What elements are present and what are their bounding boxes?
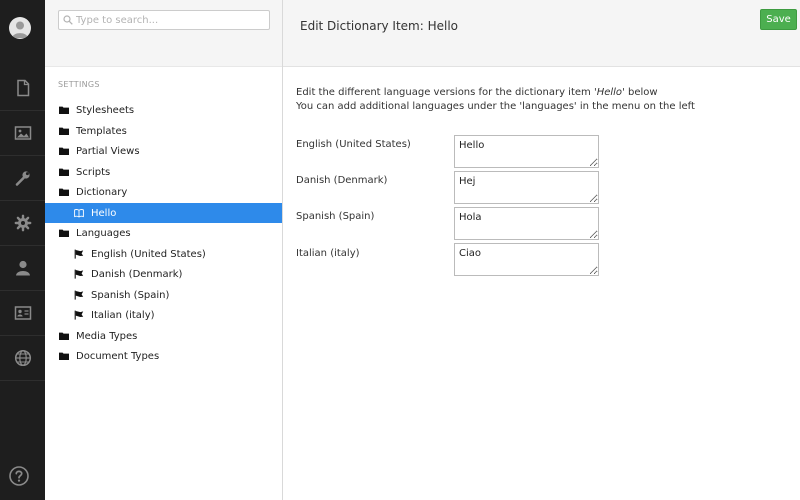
translation-input-danish[interactable]: Hej (454, 171, 599, 204)
folder-icon (59, 229, 69, 237)
tree-node-label: Languages (76, 227, 131, 239)
folder-icon (59, 352, 69, 360)
avatar[interactable] (9, 17, 31, 39)
folder-icon (59, 188, 69, 196)
tree-node-languages[interactable]: Languages (45, 223, 282, 243)
translation-input-spanish[interactable]: Hola (454, 207, 599, 240)
translation-input-english[interactable]: Hello (454, 135, 599, 168)
search-box[interactable] (58, 10, 270, 30)
tree-panel: SETTINGS Stylesheets Templates Partial V… (45, 0, 283, 500)
help-button[interactable] (8, 465, 30, 487)
tree-node-label: Templates (76, 125, 127, 137)
tree-node-label: Partial Views (76, 145, 140, 157)
help-icon (9, 466, 29, 486)
user-icon (15, 260, 30, 276)
dictionary-item-name: Hello (596, 87, 623, 98)
rail-item-developer[interactable] (0, 201, 45, 246)
save-button[interactable]: Save (760, 9, 797, 30)
description-line-1: Edit the different language versions for… (296, 86, 695, 100)
editor-header: Edit Dictionary Item: Hello Save (283, 0, 800, 67)
tree-node-english[interactable]: English (United States) (45, 244, 282, 264)
flag-icon (74, 249, 84, 259)
tree-node-label: Media Types (76, 330, 138, 342)
flag-icon (74, 290, 84, 300)
tree-node-label: English (United States) (91, 248, 206, 260)
description-text: ' below (622, 87, 658, 98)
rail-item-members[interactable] (0, 291, 45, 336)
page-title: Edit Dictionary Item: Hello (300, 19, 459, 33)
description-line-2: You can add additional languages under t… (296, 101, 695, 112)
search-input[interactable] (76, 13, 266, 28)
rail-item-media[interactable] (0, 111, 45, 156)
tree-node-stylesheets[interactable]: Stylesheets (45, 100, 282, 120)
tree-section-title: SETTINGS (58, 80, 100, 89)
tree-node-label: Stylesheets (76, 104, 135, 116)
rail-item-settings[interactable] (0, 156, 45, 201)
search-icon (63, 15, 73, 25)
tree-node-italian[interactable]: Italian (italy) (45, 305, 282, 325)
rail-item-content[interactable] (0, 66, 45, 111)
language-label-danish: Danish (Denmark) (296, 175, 388, 186)
book-icon (74, 209, 84, 218)
gear-icon (14, 214, 31, 232)
flag-icon (74, 269, 84, 279)
id-card-icon (14, 306, 31, 320)
tree-node-scripts[interactable]: Scripts (45, 162, 282, 182)
tree-node-label: Hello (91, 207, 117, 219)
language-label-italian: Italian (italy) (296, 248, 360, 259)
tree-node-spanish[interactable]: Spanish (Spain) (45, 285, 282, 305)
editor-panel: Edit Dictionary Item: Hello Save Edit th… (283, 0, 800, 500)
translation-input-italian[interactable]: Ciao (454, 243, 599, 276)
folder-icon (59, 127, 69, 135)
avatar-icon (12, 21, 28, 38)
section-rail (0, 0, 45, 500)
tree-node-label: Danish (Denmark) (91, 268, 183, 280)
document-icon (16, 79, 29, 97)
globe-icon (14, 349, 31, 367)
tree-header (45, 0, 282, 67)
tree-node-label: Document Types (76, 350, 160, 362)
tree-node-media-types[interactable]: Media Types (45, 326, 282, 346)
language-label-spanish: Spanish (Spain) (296, 211, 375, 222)
tree-node-label: Scripts (76, 166, 111, 178)
tree-node-templates[interactable]: Templates (45, 121, 282, 141)
tree-node-label: Dictionary (76, 186, 128, 198)
folder-icon (59, 332, 69, 340)
tree-node-hello[interactable]: Hello (45, 203, 282, 223)
tree-node-partial-views[interactable]: Partial Views (45, 141, 282, 161)
language-label-english: English (United States) (296, 139, 411, 150)
editor-description: Edit the different language versions for… (296, 86, 695, 114)
rail-item-users[interactable] (0, 246, 45, 291)
folder-icon (59, 147, 69, 155)
tree-node-dictionary[interactable]: Dictionary (45, 182, 282, 202)
image-icon (14, 126, 31, 140)
tree-node-document-types[interactable]: Document Types (45, 346, 282, 366)
folder-icon (59, 106, 69, 114)
tree-node-danish[interactable]: Danish (Denmark) (45, 264, 282, 284)
tree-node-label: Italian (italy) (91, 309, 155, 321)
flag-icon (74, 310, 84, 320)
folder-icon (59, 168, 69, 176)
wrench-icon (15, 171, 30, 186)
tree-node-label: Spanish (Spain) (91, 289, 170, 301)
description-text: Edit the different language versions for… (296, 87, 597, 98)
rail-item-translation[interactable] (0, 336, 45, 381)
